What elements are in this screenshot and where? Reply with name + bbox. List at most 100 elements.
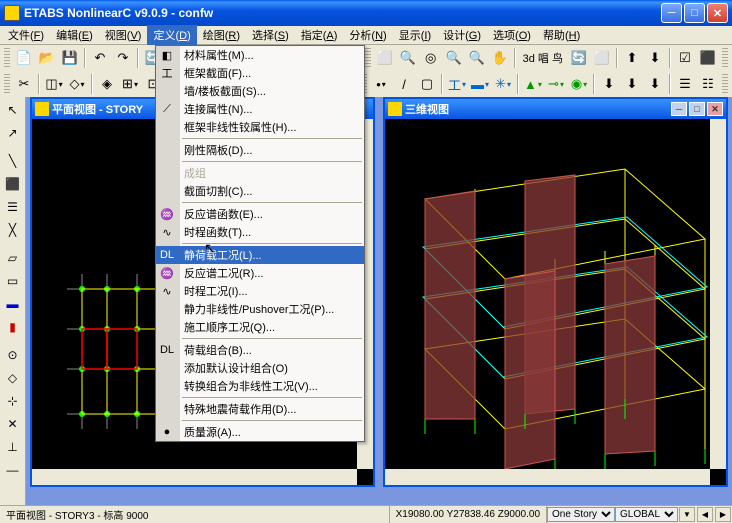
zoom-back-icon[interactable]: 🔍 bbox=[397, 47, 419, 69]
menu-define[interactable]: 定义(D) bbox=[147, 25, 196, 45]
menu-diaphragm[interactable]: 刚性隔板(D)... bbox=[156, 141, 364, 159]
snap-intersect-icon[interactable]: ✕ bbox=[2, 413, 24, 435]
zoom-extents-icon[interactable]: ◎ bbox=[420, 47, 442, 69]
undo-icon[interactable]: ↶ bbox=[89, 47, 111, 69]
snap-grid-icon[interactable]: ⊹ bbox=[2, 390, 24, 412]
3d-hscroll[interactable] bbox=[385, 469, 710, 485]
close-button[interactable]: ✕ bbox=[707, 3, 728, 23]
3d-vscroll[interactable] bbox=[710, 119, 726, 469]
child-minimize-button[interactable]: ─ bbox=[671, 102, 687, 116]
restraint-icon[interactable]: ▲▾ bbox=[522, 73, 544, 95]
menu-add-default-combos[interactable]: 添加默认设计组合(O) bbox=[156, 359, 364, 377]
snap-line-icon[interactable]: — bbox=[2, 459, 24, 481]
menu-time-history-fn[interactable]: ∿时程函数(T)... bbox=[156, 223, 364, 241]
save-icon[interactable]: 💾 bbox=[59, 47, 81, 69]
tool-b-icon[interactable]: ◇▾ bbox=[66, 73, 88, 95]
link-icon: ⟋ bbox=[159, 101, 175, 117]
menu-hinge-props[interactable]: 框架非线性铰属性(H)... bbox=[156, 118, 364, 136]
new-icon[interactable]: 📄 bbox=[13, 47, 35, 69]
i-beam-icon[interactable]: 工▾ bbox=[446, 73, 468, 95]
story-select[interactable]: One Story bbox=[547, 507, 615, 522]
menu-material[interactable]: ◧材料属性(M)... bbox=[156, 46, 364, 64]
draw-quick-icon[interactable]: ▬ bbox=[2, 293, 24, 315]
menu-time-history-cases[interactable]: ∿时程工况(I)... bbox=[156, 282, 364, 300]
draw-line-icon[interactable]: ╲ bbox=[2, 150, 24, 172]
up-arrow-icon[interactable]: ⬆ bbox=[621, 47, 643, 69]
status-left-button[interactable]: ◀ bbox=[697, 507, 713, 522]
menu-view[interactable]: 视图(V) bbox=[99, 25, 148, 45]
draw-frame-icon[interactable]: ⬛ bbox=[2, 173, 24, 195]
menu-edit[interactable]: 编辑(E) bbox=[50, 25, 99, 45]
zoom-area-icon[interactable]: ⬜ bbox=[374, 47, 396, 69]
zoom-out-icon[interactable]: 🔍 bbox=[466, 47, 488, 69]
open-icon[interactable]: 📂 bbox=[36, 47, 58, 69]
combo-icon: DL bbox=[159, 342, 175, 358]
snap-point-icon[interactable]: ⊙ bbox=[2, 344, 24, 366]
menu-help[interactable]: 帮助(H) bbox=[537, 25, 586, 45]
draw-area-icon[interactable]: ▱ bbox=[2, 247, 24, 269]
menu-mass-source[interactable]: ●质量源(A)... bbox=[156, 423, 364, 441]
perspective-icon[interactable]: ⬜ bbox=[591, 47, 613, 69]
plan-hscroll[interactable] bbox=[32, 469, 357, 485]
menu-convert-combos[interactable]: 转换组合为非线性工况(V)... bbox=[156, 377, 364, 395]
minimize-button[interactable]: ─ bbox=[661, 3, 682, 23]
tool-c-icon[interactable]: ◈ bbox=[96, 73, 118, 95]
slab-icon[interactable]: ▬▾ bbox=[469, 73, 491, 95]
down-arrow-icon[interactable]: ⬇ bbox=[644, 47, 666, 69]
joint-icon[interactable]: ✳▾ bbox=[492, 73, 514, 95]
menu-construction-seq[interactable]: 施工顺序工况(Q)... bbox=[156, 318, 364, 336]
snap-mid-icon[interactable]: ◇ bbox=[2, 367, 24, 389]
menu-options[interactable]: 选项(O) bbox=[487, 25, 537, 45]
cut-icon[interactable]: ✂ bbox=[13, 73, 35, 95]
menu-wall-slab[interactable]: 墙/楼板截面(S)... bbox=[156, 82, 364, 100]
menu-link-props[interactable]: ⟋连接属性(N)... bbox=[156, 100, 364, 118]
draw-secondary-icon[interactable]: ☰ bbox=[2, 196, 24, 218]
menu-frame-section[interactable]: 工框架截面(F)... bbox=[156, 64, 364, 82]
3d-view-canvas[interactable] bbox=[385, 119, 726, 485]
load2-icon[interactable]: ⬇ bbox=[621, 73, 643, 95]
mass-icon[interactable]: ◉▾ bbox=[568, 73, 590, 95]
rotate-icon[interactable]: 🔄 bbox=[568, 47, 590, 69]
menu-static-load-cases[interactable]: DL静荷载工况(L)... bbox=[156, 246, 364, 264]
object-shrink-icon[interactable]: ⬛ bbox=[697, 47, 719, 69]
point-icon[interactable]: •▾ bbox=[370, 73, 392, 95]
status-down-button[interactable]: ▼ bbox=[679, 507, 695, 522]
redo-icon[interactable]: ↷ bbox=[112, 47, 134, 69]
tool-a-icon[interactable]: ◫▾ bbox=[43, 73, 65, 95]
menu-file[interactable]: 文件(F) bbox=[2, 25, 50, 45]
menu-response-spectrum-cases[interactable]: ♒反应谱工况(R)... bbox=[156, 264, 364, 282]
pan-icon[interactable]: ✋ bbox=[489, 47, 511, 69]
child-maximize-button[interactable]: □ bbox=[689, 102, 705, 116]
display-options-icon[interactable]: ☑ bbox=[674, 47, 696, 69]
line-icon[interactable]: / bbox=[393, 73, 415, 95]
coord-system-select[interactable]: GLOBAL bbox=[615, 507, 678, 522]
menu-response-spectrum-fn[interactable]: ♒反应谱函数(E)... bbox=[156, 205, 364, 223]
zoom-in-icon[interactable]: 🔍 bbox=[443, 47, 465, 69]
load3-icon[interactable]: ⬇ bbox=[644, 73, 666, 95]
draw-wall-icon[interactable]: ▮ bbox=[2, 316, 24, 338]
status-right-button[interactable]: ▶ bbox=[715, 507, 731, 522]
reshape-icon[interactable]: ↗ bbox=[2, 122, 24, 144]
tool-d-icon[interactable]: ⊞▾ bbox=[119, 73, 141, 95]
area-icon[interactable]: ▢ bbox=[416, 73, 438, 95]
menu-section-cut[interactable]: 截面切割(C)... bbox=[156, 182, 364, 200]
menu-pushover-cases[interactable]: 静力非线性/Pushover工况(P)... bbox=[156, 300, 364, 318]
display1-icon[interactable]: ☰ bbox=[674, 73, 696, 95]
draw-rect-icon[interactable]: ▭ bbox=[2, 270, 24, 292]
menu-special-seismic[interactable]: 特殊地震荷载作用(D)... bbox=[156, 400, 364, 418]
menu-analyze[interactable]: 分析(N) bbox=[343, 25, 392, 45]
menu-design[interactable]: 设计(G) bbox=[437, 25, 487, 45]
load1-icon[interactable]: ⬇ bbox=[598, 73, 620, 95]
menu-display[interactable]: 显示(I) bbox=[393, 25, 437, 45]
release-icon[interactable]: ⊸▾ bbox=[545, 73, 567, 95]
child-close-button[interactable]: ✕ bbox=[707, 102, 723, 116]
menu-load-combos[interactable]: DL荷载组合(B)... bbox=[156, 341, 364, 359]
maximize-button[interactable]: □ bbox=[684, 3, 705, 23]
menu-draw[interactable]: 绘图(R) bbox=[197, 25, 246, 45]
menu-select[interactable]: 选择(S) bbox=[246, 25, 295, 45]
display2-icon[interactable]: ☷ bbox=[697, 73, 719, 95]
menu-assign[interactable]: 指定(A) bbox=[295, 25, 344, 45]
draw-brace-icon[interactable]: ╳ bbox=[2, 219, 24, 241]
pointer-icon[interactable]: ↖ bbox=[2, 99, 24, 121]
snap-perp-icon[interactable]: ⊥ bbox=[2, 436, 24, 458]
